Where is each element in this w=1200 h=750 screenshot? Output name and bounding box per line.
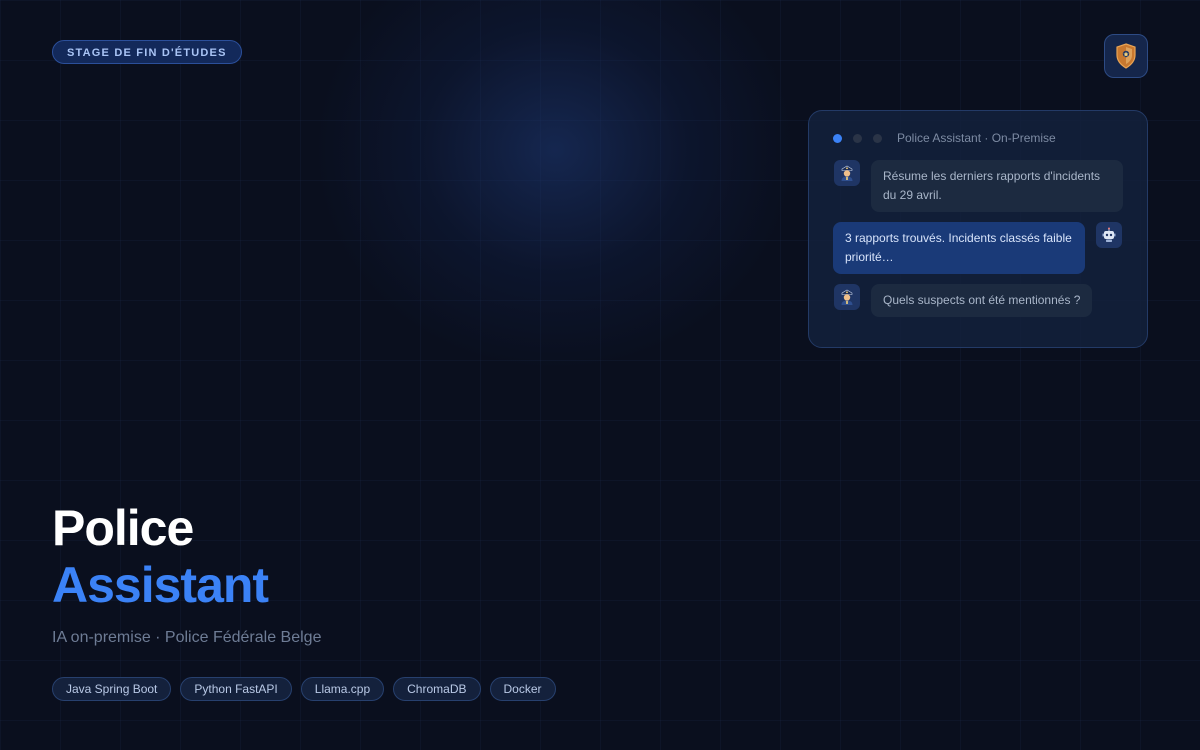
chat-header: Police Assistant · On-Premise [833, 131, 1056, 145]
chat-message-user: Quels suspects ont été mentionnés ? [871, 284, 1093, 317]
tech-tag: Llama.cpp [300, 677, 385, 701]
hero-title-line2: Assistant [52, 557, 269, 613]
tech-tag: ChromaDB [393, 677, 481, 701]
police-officer-icon [834, 160, 860, 186]
window-dot [853, 133, 862, 143]
hero-subtitle: IA on-premise · Police Fédérale Belge [52, 629, 322, 646]
window-dot-active [833, 133, 842, 143]
robot-icon [1096, 222, 1122, 248]
tech-tag: Docker [489, 677, 556, 701]
chat-window: Police Assistant · On-Premise Résume les… [808, 110, 1148, 348]
hero-title-line1: Police [52, 500, 194, 556]
chat-message-user: Résume les derniers rapports d'incidents… [871, 160, 1123, 212]
police-officer-icon [834, 284, 860, 310]
police-shield-icon [1104, 34, 1148, 78]
tech-tag: Java Spring Boot [52, 677, 172, 701]
tech-stack-tags: Java Spring Boot Python FastAPI Llama.cp… [52, 677, 565, 701]
tech-tag: Python FastAPI [180, 677, 292, 701]
slide-canvas: STAGE DE FIN D'ÉTUDES Police Assistant ·… [0, 0, 1200, 750]
window-dot [873, 133, 882, 143]
chat-title: Police Assistant · On-Premise [897, 131, 1056, 145]
chat-message-assistant: 3 rapports trouvés. Incidents classés fa… [833, 222, 1085, 274]
internship-badge: STAGE DE FIN D'ÉTUDES [52, 40, 242, 64]
